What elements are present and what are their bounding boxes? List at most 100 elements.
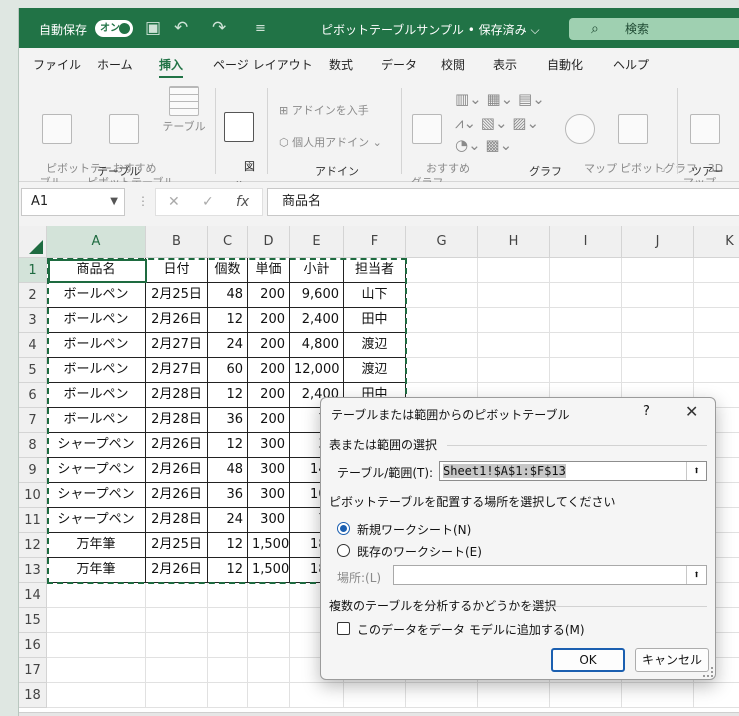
close-button[interactable]: ✕: [685, 402, 698, 421]
grid-cell[interactable]: [478, 308, 550, 333]
table-header-cell[interactable]: 日付: [146, 258, 208, 283]
undo-icon[interactable]: ↶: [174, 18, 188, 38]
table-cell[interactable]: 300: [248, 508, 290, 533]
column-header-i[interactable]: I: [550, 226, 622, 258]
row-header-18[interactable]: 18: [19, 683, 47, 708]
grid-cell[interactable]: [248, 658, 290, 683]
grid-cell[interactable]: [694, 333, 739, 358]
grid-cell[interactable]: [406, 333, 478, 358]
insert-function-icon[interactable]: fx: [236, 194, 249, 210]
row-header-6[interactable]: 6: [19, 383, 47, 408]
grid-cell[interactable]: [406, 358, 478, 383]
tab-page-layout[interactable]: ページ レイアウト: [213, 56, 313, 73]
collapse-dialog-icon[interactable]: ⬆: [686, 462, 706, 480]
row-header-13[interactable]: 13: [19, 558, 47, 583]
table-cell[interactable]: 48: [208, 283, 248, 308]
grid-cell[interactable]: [694, 308, 739, 333]
grid-cell[interactable]: [550, 333, 622, 358]
line-chart-icon[interactable]: ⩘⌄ ▧⌄ ▨⌄: [455, 114, 539, 132]
cancel-button[interactable]: キャンセル: [635, 648, 709, 672]
grid-cell[interactable]: [478, 333, 550, 358]
table-cell[interactable]: 300: [248, 458, 290, 483]
grid-cell[interactable]: [478, 358, 550, 383]
column-header-b[interactable]: B: [146, 226, 208, 258]
resize-grip-icon[interactable]: [703, 667, 713, 677]
table-cell[interactable]: 2月25日: [146, 283, 208, 308]
column-header-j[interactable]: J: [622, 226, 694, 258]
name-box[interactable]: A1 ▼: [21, 188, 125, 216]
grid-cell[interactable]: [208, 583, 248, 608]
document-title[interactable]: ピボットテーブルサンプル • 保存済み ⌵: [321, 21, 540, 38]
autosave-toggle[interactable]: オン: [95, 20, 133, 37]
help-button[interactable]: ?: [643, 404, 650, 419]
column-header-f[interactable]: F: [344, 226, 406, 258]
table-cell[interactable]: 12,000: [290, 358, 344, 383]
table-cell[interactable]: 12: [208, 533, 248, 558]
table-cell[interactable]: 200: [248, 283, 290, 308]
grid-cell[interactable]: [47, 683, 146, 708]
table-cell[interactable]: ボールペン: [47, 308, 146, 333]
tab-view[interactable]: 表示: [493, 56, 517, 73]
add-to-model-checkbox[interactable]: [337, 622, 350, 635]
grid-cell[interactable]: [694, 283, 739, 308]
table-header-cell[interactable]: 小計: [290, 258, 344, 283]
row-header-17[interactable]: 17: [19, 658, 47, 683]
table-cell[interactable]: 山下: [344, 283, 406, 308]
table-cell[interactable]: 1,500: [248, 558, 290, 583]
row-header-5[interactable]: 5: [19, 358, 47, 383]
table-cell[interactable]: 200: [248, 358, 290, 383]
grid-cell[interactable]: [146, 683, 208, 708]
table-cell[interactable]: 12: [208, 558, 248, 583]
table-cell[interactable]: 9,600: [290, 283, 344, 308]
tab-help[interactable]: ヘルプ: [613, 56, 649, 73]
table-cell[interactable]: ボールペン: [47, 358, 146, 383]
grid-cell[interactable]: [694, 358, 739, 383]
cancel-entry-icon[interactable]: ✕: [168, 194, 180, 210]
grid-cell[interactable]: [248, 608, 290, 633]
ok-button[interactable]: OK: [551, 648, 625, 672]
grid-cell[interactable]: [478, 283, 550, 308]
tab-review[interactable]: 校閲: [441, 56, 465, 73]
grid-cell[interactable]: [47, 658, 146, 683]
my-addins-button[interactable]: ⬡ 個人用アドイン ⌄: [279, 134, 382, 150]
table-cell[interactable]: シャープペン: [47, 458, 146, 483]
table-cell[interactable]: ボールペン: [47, 383, 146, 408]
table-cell[interactable]: 2,400: [290, 308, 344, 333]
table-cell[interactable]: 渡辺: [344, 333, 406, 358]
table-cell[interactable]: 200: [248, 333, 290, 358]
grid-cell[interactable]: [622, 333, 694, 358]
table-cell[interactable]: 渡辺: [344, 358, 406, 383]
row-header-15[interactable]: 15: [19, 608, 47, 633]
table-header-cell[interactable]: 個数: [208, 258, 248, 283]
grid-cell[interactable]: [208, 608, 248, 633]
grid-cell[interactable]: [47, 583, 146, 608]
table-cell[interactable]: 2月27日: [146, 358, 208, 383]
grid-cell[interactable]: [478, 258, 550, 283]
column-header-d[interactable]: D: [248, 226, 290, 258]
table-cell[interactable]: 2月26日: [146, 308, 208, 333]
tab-data[interactable]: データ: [381, 56, 417, 73]
table-cell[interactable]: ボールペン: [47, 333, 146, 358]
confirm-entry-icon[interactable]: ✓: [202, 194, 214, 210]
grid-cell[interactable]: [47, 608, 146, 633]
grid-cell[interactable]: [146, 658, 208, 683]
grid-cell[interactable]: [550, 358, 622, 383]
grid-cell[interactable]: [208, 683, 248, 708]
tab-file[interactable]: ファイル: [33, 56, 81, 73]
column-chart-icon[interactable]: ▥⌄ ▦⌄ ▤⌄: [455, 90, 545, 108]
row-header-14[interactable]: 14: [19, 583, 47, 608]
row-header-10[interactable]: 10: [19, 483, 47, 508]
row-header-9[interactable]: 9: [19, 458, 47, 483]
grid-cell[interactable]: [146, 633, 208, 658]
grid-cell[interactable]: [344, 683, 406, 708]
row-header-2[interactable]: 2: [19, 283, 47, 308]
table-cell[interactable]: シャープペン: [47, 433, 146, 458]
chevron-down-icon[interactable]: ▼: [110, 189, 118, 215]
grid-cell[interactable]: [146, 608, 208, 633]
grid-cell[interactable]: [406, 258, 478, 283]
row-header-11[interactable]: 11: [19, 508, 47, 533]
column-header-k[interactable]: K: [694, 226, 739, 258]
table-cell[interactable]: 200: [248, 383, 290, 408]
table-header-cell[interactable]: 単価: [248, 258, 290, 283]
grid-cell[interactable]: [622, 308, 694, 333]
